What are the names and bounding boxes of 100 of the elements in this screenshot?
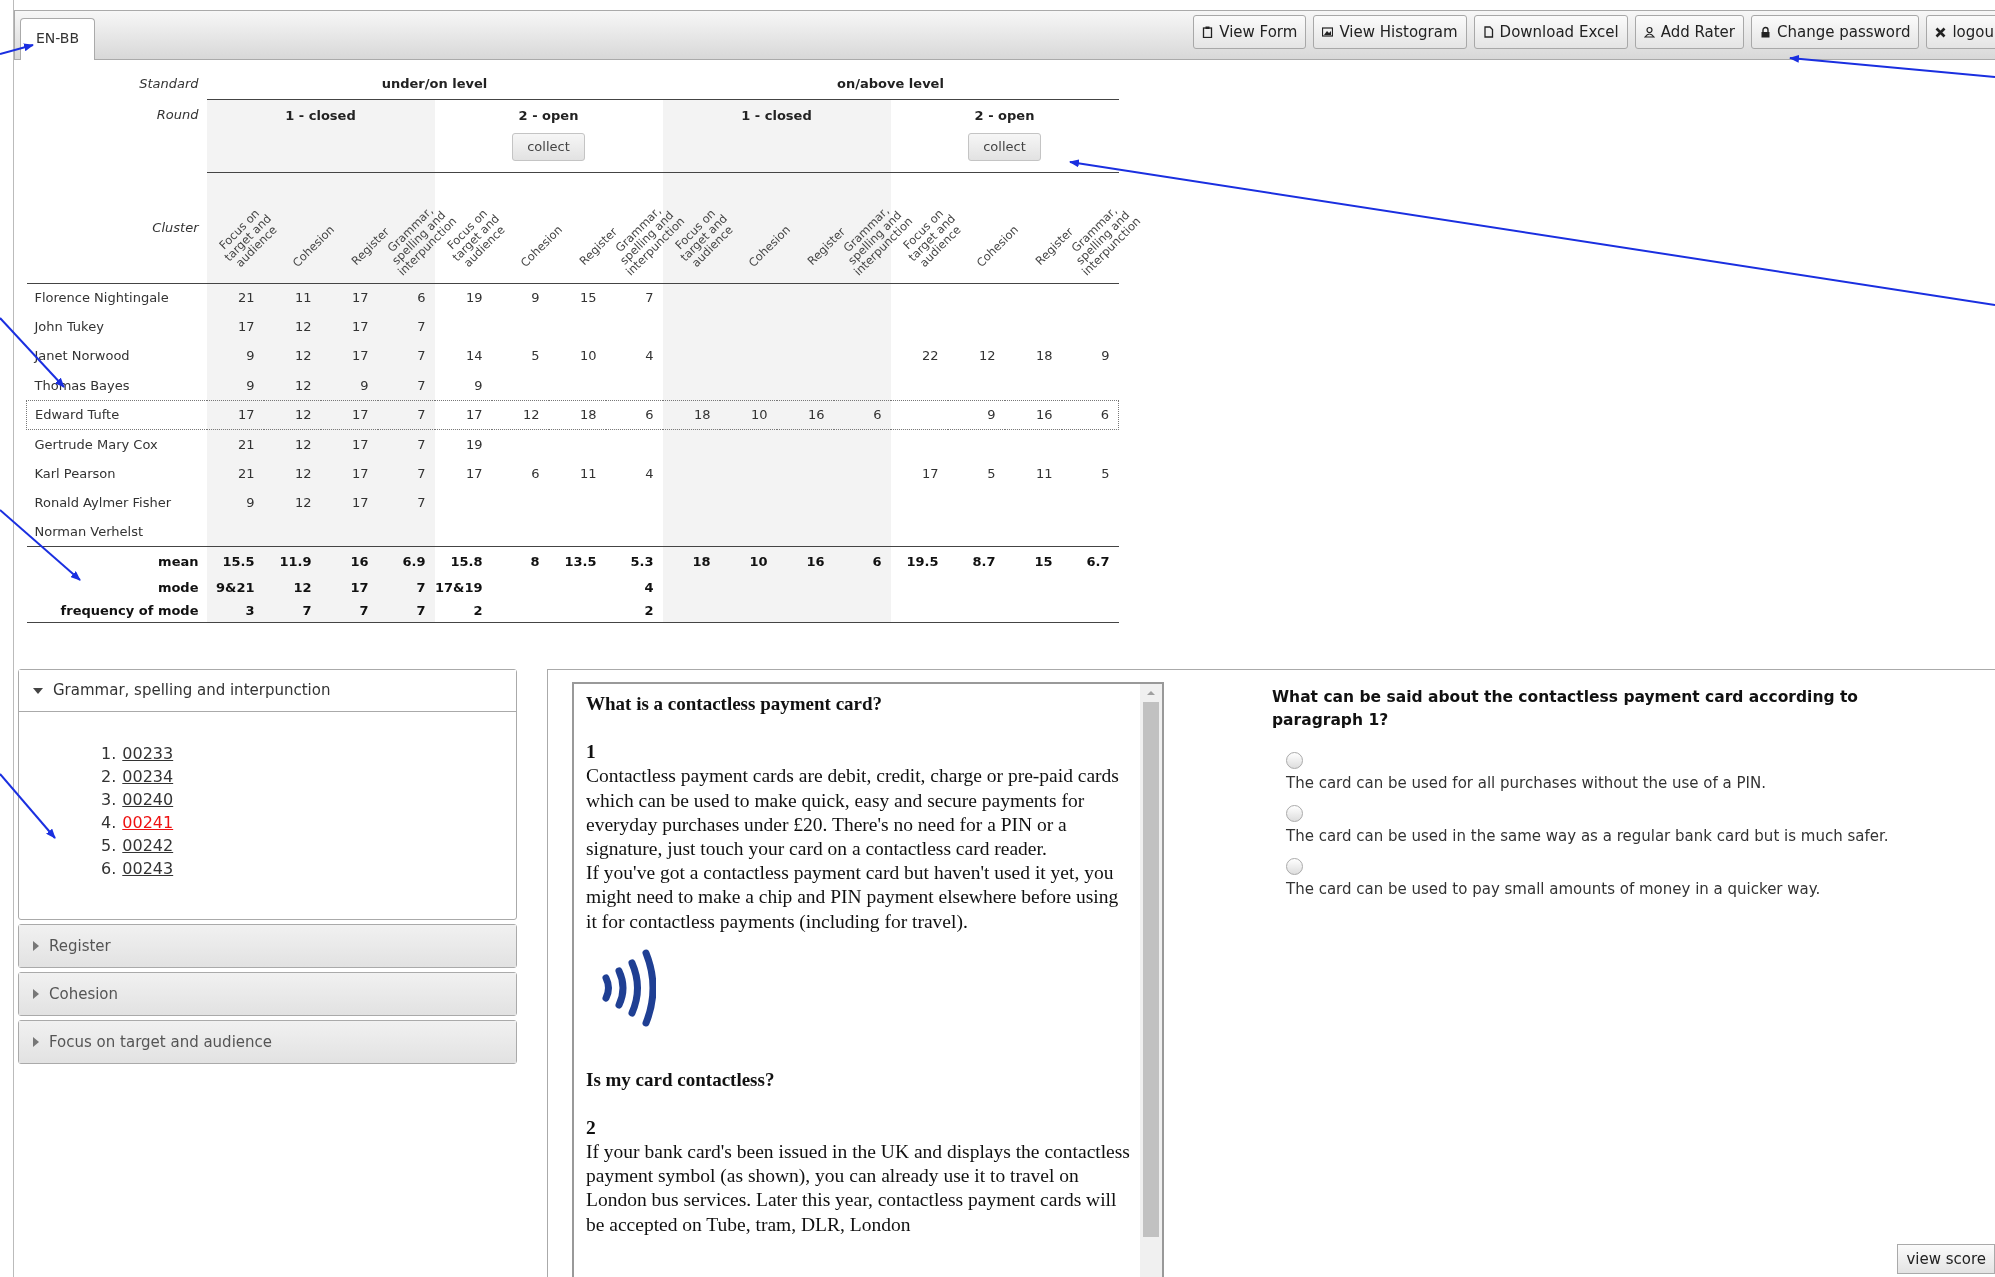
table-cell-text: 10	[578, 347, 598, 366]
table-cell: 9	[434, 370, 492, 401]
table-cell: 13.5	[548, 546, 606, 577]
table-cell: 9	[947, 400, 1005, 430]
table-cell: 21	[206, 458, 264, 489]
column-header: 1 - closed	[285, 107, 356, 123]
caret-right-icon	[33, 1037, 39, 1048]
table-cell: 12	[263, 458, 321, 489]
toolbar-button[interactable]: logou	[1926, 14, 1995, 50]
scrollbar[interactable]	[1140, 684, 1162, 1277]
table-cell: 6	[833, 546, 891, 577]
lock-icon	[1760, 26, 1771, 38]
passage-heading: Is my card contactless?	[586, 1067, 776, 1092]
table-cell-text: 11	[1034, 464, 1054, 483]
toolbar-button[interactable]: Add Rater	[1634, 14, 1744, 50]
paragraph-number: 2	[586, 1115, 597, 1140]
option-label: The card can be used to pay small amounts of money in a quicker way.	[1286, 879, 1822, 901]
table-cell: 17	[434, 458, 492, 489]
table-cell: 8.7	[947, 546, 1005, 577]
accordion-header[interactable]: Cohesion	[19, 973, 516, 1016]
passage-paragraph: If you've got a contactless payment card but haven't used it yet, you might need to make a chip and PIN payment elsewhere before using it for contactless payments (including for travel).	[586, 861, 1120, 934]
table-cell: 6	[1061, 400, 1119, 430]
table-cell: 15	[548, 283, 606, 313]
image-icon	[1322, 26, 1334, 38]
item-link[interactable]: 00234	[122, 767, 174, 787]
accordion-header[interactable]: Focus on target and audience	[19, 1021, 516, 1064]
table-cell: 2	[434, 598, 492, 623]
table-cell: 7	[377, 488, 435, 518]
option-label: The card can be used for all purchases without the use of a PIN.	[1286, 773, 1767, 795]
table-cell: 9	[206, 488, 264, 518]
collect-button[interactable]: collect	[512, 133, 585, 161]
table-cell: 10	[719, 546, 777, 577]
table-cell: 16	[776, 400, 834, 430]
item-link[interactable]: 00240	[122, 790, 174, 810]
toolbar-button[interactable]: View Form	[1193, 14, 1307, 50]
user-icon	[1643, 26, 1655, 38]
accordion-header[interactable]: Register	[19, 925, 516, 968]
table-cell: 9	[206, 341, 264, 371]
contactless-symbol-icon	[600, 947, 656, 1028]
table-cell: 16	[776, 546, 834, 577]
table-cell: 17	[320, 341, 378, 371]
toolbar-button[interactable]: Download Excel	[1473, 14, 1628, 50]
table-cell-text: 4	[644, 347, 655, 366]
table-cell: 7	[377, 341, 435, 371]
item-link[interactable]: 00243	[122, 859, 174, 879]
row-name: Janet Norwood	[32, 347, 131, 366]
table-cell: 7	[377, 370, 435, 401]
radio-button[interactable]	[1286, 805, 1303, 823]
table-cell: 6.9	[377, 546, 435, 577]
annotation-arrow	[0, 773, 56, 839]
passage-heading: What is a contactless payment card?	[586, 692, 884, 717]
row-label: mode	[156, 578, 200, 597]
table-cell: 16	[1004, 400, 1062, 430]
table-cell: 7	[377, 400, 435, 430]
view-score-button[interactable]: view score	[1897, 1243, 1995, 1275]
table-cell: 12	[263, 341, 321, 371]
table-cell: 7	[605, 283, 663, 313]
table-cell-text: 5	[986, 464, 997, 483]
table-cell-text: 4	[644, 464, 655, 483]
table-cell: 6	[833, 400, 891, 430]
table-cell: 15	[1004, 546, 1062, 577]
toolbar-button[interactable]: Change password	[1751, 14, 1920, 50]
radio-button[interactable]	[1286, 858, 1303, 876]
passage-paragraph: Contactless payment cards are debit, credit, charge or pre-paid cards which can be used to make quick, easy and secure payments for everyday purchases under £20. There's no need for a PIN or a signature, just touch your card on a contactless card reader.	[586, 764, 1120, 861]
table-cell: 19	[434, 283, 492, 313]
row-label: Round	[155, 106, 200, 124]
table-cell: 17	[320, 458, 378, 489]
table-cell: 9	[320, 370, 378, 401]
table-cell: 17	[320, 283, 378, 313]
toolbar-button[interactable]: View Histogram	[1313, 14, 1467, 50]
table-cell-text: 18	[1034, 347, 1054, 366]
document-icon	[1482, 26, 1494, 38]
row-name: Gertrude Mary Cox	[26, 429, 207, 459]
column-header: 2 - open	[518, 107, 579, 123]
item-link[interactable]: 00242	[122, 836, 174, 856]
table-cell: 12	[491, 400, 549, 430]
accordion-header[interactable]: Grammar, spelling and interpunction	[19, 670, 516, 713]
table-cell: 8	[491, 546, 549, 577]
table-cell: 9	[206, 370, 264, 401]
item-link[interactable]: 00241	[122, 813, 174, 833]
radio-button[interactable]	[1286, 752, 1303, 770]
table-cell: 15.5	[206, 546, 264, 577]
table-cell: 17	[206, 312, 264, 342]
table-cell-text: 11	[578, 464, 598, 483]
table-cell: 9&21	[206, 576, 264, 599]
table-cell: 17	[320, 312, 378, 342]
table-cell: 14	[434, 341, 492, 371]
table-cell: 17	[320, 488, 378, 518]
item-link[interactable]: 00233	[122, 744, 174, 764]
table-cell: 15.8	[434, 546, 492, 577]
table-cell: 7	[377, 458, 435, 489]
collect-button[interactable]: collect	[968, 133, 1041, 161]
tab[interactable]: EN-BB	[20, 18, 96, 60]
column-header: 1 - closed	[741, 107, 812, 123]
table-cell: 19.5	[890, 546, 948, 577]
list-number: 5.	[101, 836, 117, 856]
table-cell: 17	[434, 400, 492, 430]
scroll-up-arrow-icon[interactable]	[1146, 690, 1156, 697]
table-cell: 9	[491, 283, 549, 313]
table-cell: 18	[662, 546, 720, 577]
